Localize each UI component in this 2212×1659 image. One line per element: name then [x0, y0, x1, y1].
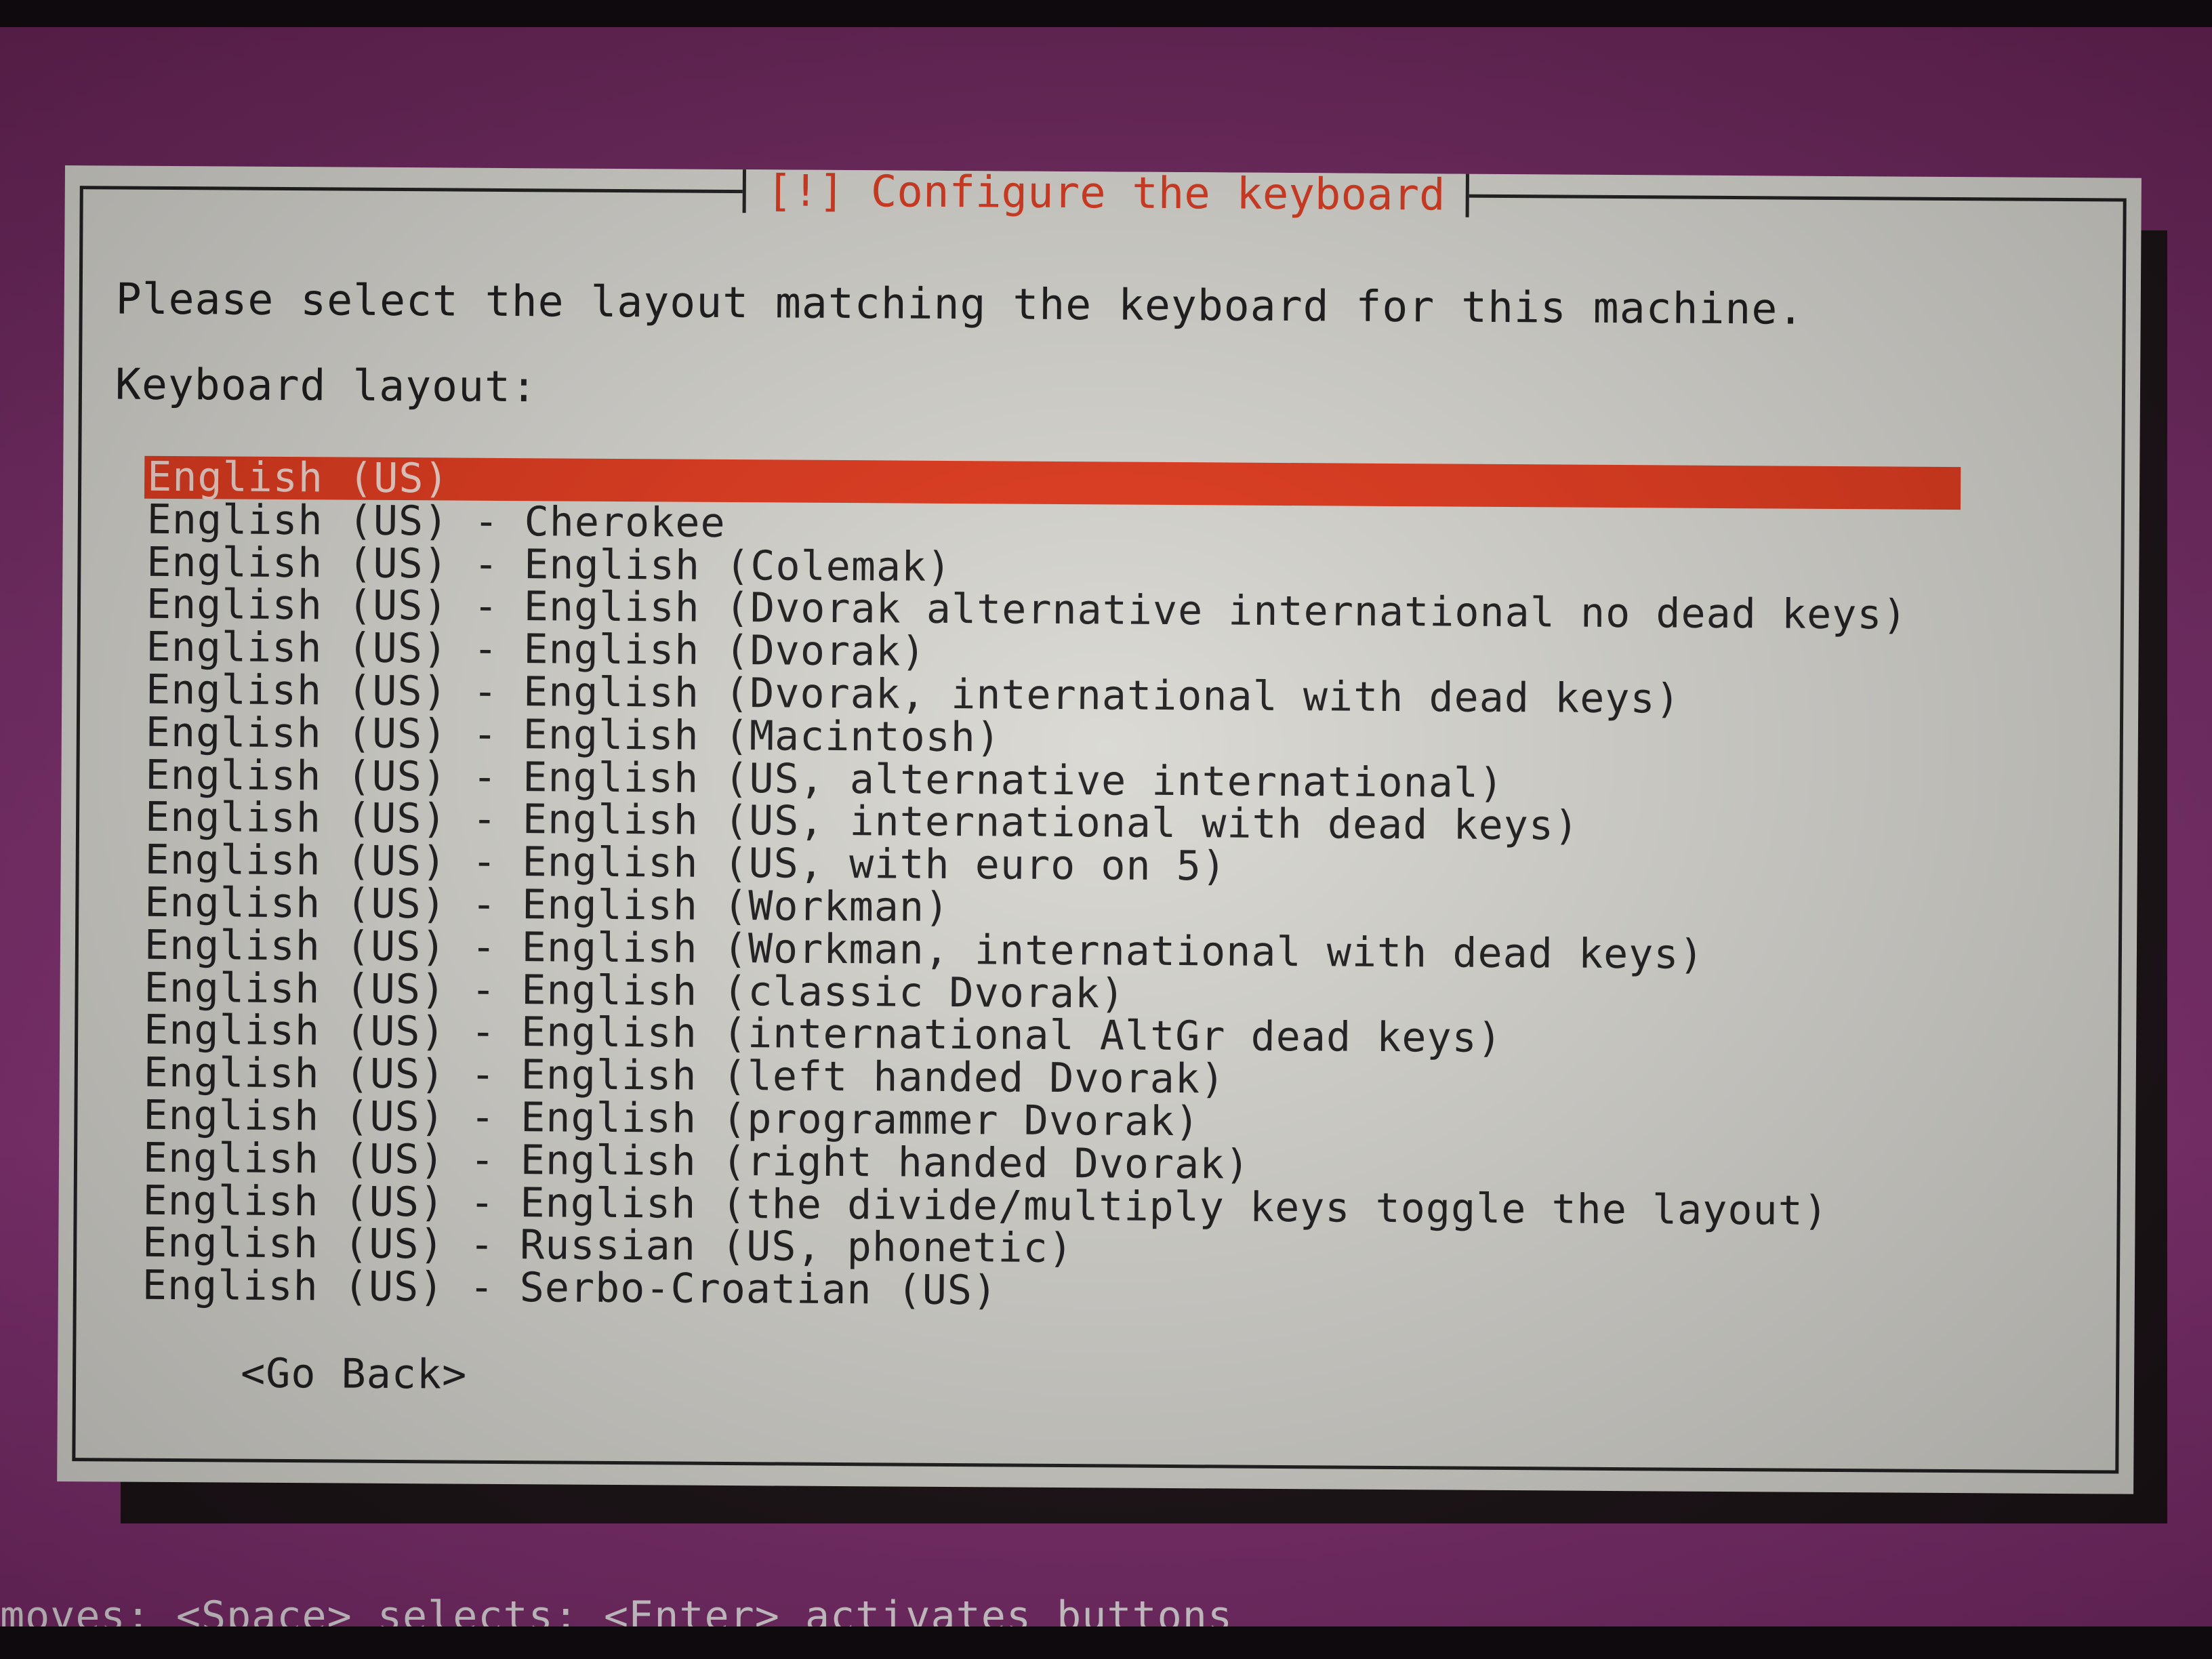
dialog-prompt: Please select the layout matching the ke… — [115, 274, 1805, 334]
keyboard-layout-label: Keyboard layout: — [115, 359, 538, 412]
installer-screen: [!] Configure the keyboard Please select… — [0, 27, 2212, 1626]
status-bar-help: moves; <Space> selects; <Enter> activate… — [0, 1593, 1233, 1626]
configure-keyboard-dialog: [!] Configure the keyboard Please select… — [57, 165, 2142, 1494]
dialog-title-bar: [!] Configure the keyboard — [742, 166, 1469, 221]
dialog-title: [!] Configure the keyboard — [766, 166, 1446, 221]
go-back-button[interactable]: <Go Back> — [241, 1350, 468, 1399]
keyboard-layout-list[interactable]: English (US) English (US) - Cherokee Eng… — [140, 453, 1961, 1318]
